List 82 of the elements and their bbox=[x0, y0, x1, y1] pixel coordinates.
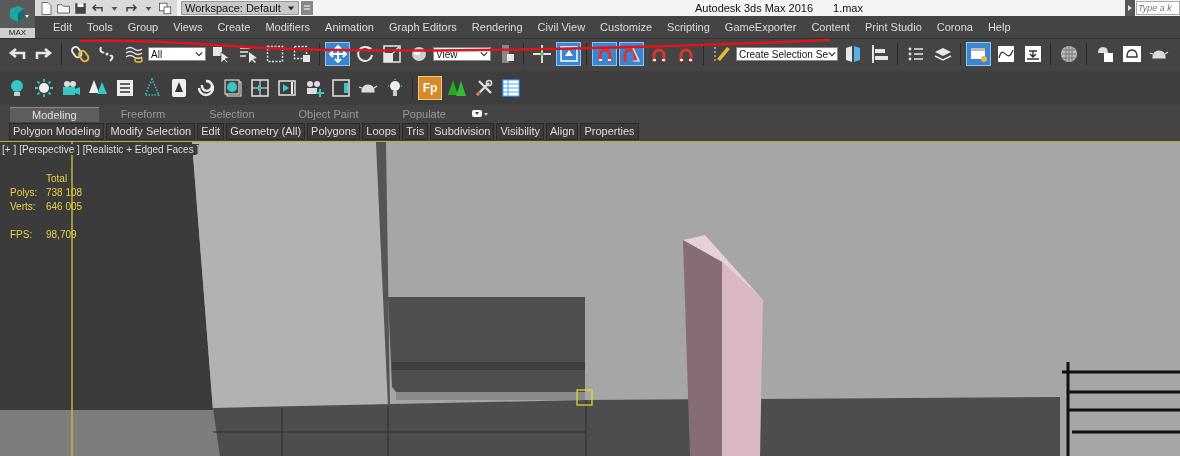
document-icon[interactable] bbox=[39, 0, 54, 16]
menu-item[interactable]: Content bbox=[803, 16, 857, 38]
folder-window-icon[interactable] bbox=[158, 0, 173, 16]
ribbon-tab[interactable]: Modeling bbox=[10, 107, 99, 122]
menu-item[interactable]: Views bbox=[165, 16, 210, 38]
dashed-rectangle-icon bbox=[264, 44, 285, 64]
tools-icon bbox=[473, 78, 494, 98]
menu-item[interactable]: Corona bbox=[928, 16, 980, 38]
select-dropdown[interactable]: Create Selection Se bbox=[736, 47, 838, 61]
stats-heading: Total bbox=[46, 172, 69, 186]
search-field[interactable]: Type a k bbox=[1136, 1, 1180, 15]
menu-item[interactable]: Rendering bbox=[463, 16, 530, 38]
select-dropdown[interactable]: All bbox=[148, 47, 206, 61]
film-panel-icon bbox=[276, 78, 297, 98]
menu-item[interactable]: Civil View bbox=[529, 16, 593, 38]
ribbon-panel-button[interactable]: Polygons bbox=[307, 122, 361, 140]
menu-item[interactable]: GameExporter bbox=[716, 16, 804, 38]
spiral-icon bbox=[195, 78, 216, 98]
ribbon-panel-button[interactable]: Align bbox=[546, 122, 579, 140]
ribbon-panel-button[interactable]: Edit bbox=[197, 122, 225, 140]
dropdown-icon[interactable] bbox=[471, 109, 488, 118]
menu-item[interactable]: Print Studio bbox=[856, 16, 929, 38]
caret-icon bbox=[287, 4, 295, 12]
caret-icon bbox=[480, 50, 488, 58]
workspace-dropdown[interactable]: Workspace: Default bbox=[181, 1, 299, 15]
align-bars-icon bbox=[869, 44, 890, 64]
stat-label: Polys: bbox=[10, 186, 39, 200]
window-title: Autodesk 3ds Max 2016 bbox=[695, 2, 814, 14]
camera-icon bbox=[60, 78, 81, 98]
file-name: 1.max bbox=[833, 2, 863, 14]
stat-label: FPS: bbox=[10, 228, 34, 242]
link-icon bbox=[69, 44, 90, 64]
ribbon-panel-button[interactable]: Properties bbox=[580, 122, 639, 140]
caret-icon bbox=[195, 50, 203, 58]
ribbon-panel-button[interactable]: Modify Selection bbox=[106, 122, 196, 140]
move-arrows-button[interactable] bbox=[325, 42, 350, 66]
sphere-stack-icon bbox=[222, 78, 243, 98]
viewport-label[interactable]: [+ ] bbox=[2, 144, 17, 155]
ribbon-panel-button[interactable]: Loops bbox=[362, 122, 401, 140]
ribbon-tab[interactable]: Selection bbox=[187, 107, 277, 122]
rotate-arrow-icon bbox=[354, 44, 375, 64]
checker-sphere-icon bbox=[1058, 44, 1079, 64]
viewport-label[interactable]: [Perspective ] bbox=[19, 144, 80, 155]
curve-graph-icon bbox=[995, 44, 1016, 64]
caret-icon bbox=[827, 50, 836, 58]
select-cursor-icon bbox=[210, 44, 231, 64]
menu-item[interactable]: Graph Editors bbox=[380, 16, 464, 38]
crosshair-icon bbox=[531, 44, 552, 64]
ribbon-panel-button[interactable]: Geometry (All) bbox=[226, 122, 306, 140]
upload-tray-icon bbox=[558, 44, 579, 64]
ribbon-panel-button[interactable]: Tris bbox=[402, 122, 429, 140]
pencil-icon bbox=[711, 44, 732, 64]
menu-item[interactable]: Modifiers bbox=[257, 16, 318, 38]
magnet-angle-button[interactable] bbox=[619, 42, 644, 66]
app-logo[interactable]: MAX bbox=[0, 0, 35, 38]
ribbon-panel-button[interactable]: Visibility bbox=[496, 122, 544, 140]
viewport-label[interactable]: [Realistic + Edged Faces ] bbox=[82, 144, 200, 155]
list-card-icon bbox=[114, 78, 135, 98]
menu-item[interactable]: Edit bbox=[45, 16, 79, 38]
pine-trees-icon bbox=[446, 78, 467, 98]
upload-tray-button[interactable] bbox=[556, 42, 581, 66]
menu-item[interactable]: Help bbox=[979, 16, 1018, 38]
menu-item[interactable]: Scripting bbox=[659, 16, 717, 38]
move-arrows-icon bbox=[327, 44, 348, 64]
menu-item[interactable]: Tools bbox=[78, 16, 120, 38]
menu-item[interactable]: Group bbox=[119, 16, 166, 38]
dashed-square-icon bbox=[291, 44, 312, 64]
ribbon-tab[interactable]: Freeform bbox=[98, 107, 188, 122]
menu-item[interactable]: Animation bbox=[317, 16, 381, 38]
menu-item[interactable]: Customize bbox=[592, 16, 660, 38]
grid-table-icon bbox=[500, 78, 521, 98]
panel-play-icon bbox=[249, 78, 270, 98]
ribbon-panel-button[interactable]: Polygon Modeling bbox=[9, 122, 105, 140]
ribbon-panel-button[interactable]: Subdivision bbox=[430, 122, 495, 140]
window-panel-icon bbox=[330, 78, 351, 98]
menu-item[interactable]: Create bbox=[209, 16, 258, 38]
scale-square-icon bbox=[381, 44, 402, 64]
sun-icon bbox=[33, 78, 54, 98]
stat-label: Verts: bbox=[10, 200, 37, 214]
window-bulb-button[interactable] bbox=[966, 42, 991, 66]
save-icon[interactable] bbox=[73, 0, 88, 16]
wave-link-icon bbox=[123, 44, 144, 64]
